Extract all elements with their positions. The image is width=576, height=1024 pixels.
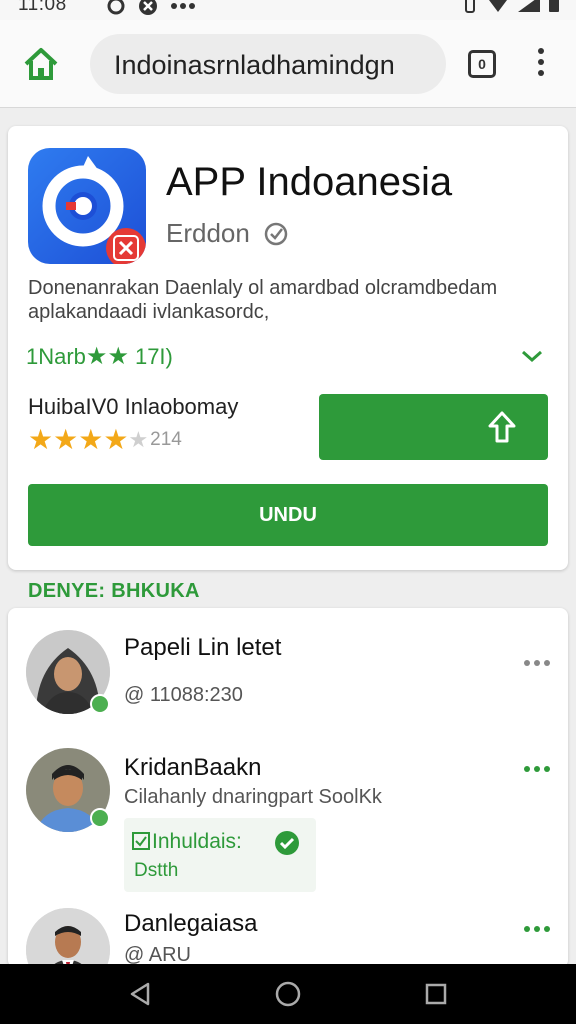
app-icon: [28, 148, 146, 264]
star-icon: ★: [53, 424, 79, 455]
verified-icon: [264, 222, 288, 246]
stars-count: 214: [150, 429, 182, 450]
app-title: APP Indoanesia: [166, 160, 453, 204]
check-circle-icon: [275, 831, 299, 855]
share-button[interactable]: [319, 394, 548, 460]
x-icon: [139, 0, 157, 15]
online-badge: [90, 808, 110, 828]
status-left-icons: [106, 0, 196, 16]
vibrate-icon: [465, 0, 475, 13]
home-nav-icon[interactable]: [274, 980, 302, 1008]
back-icon[interactable]: [126, 980, 154, 1008]
star-icon: ★: [78, 424, 104, 455]
avatar: [26, 908, 110, 968]
star-empty-icon: ★: [128, 427, 149, 452]
sync-icon: [107, 0, 125, 15]
signal-icon: [518, 0, 540, 12]
status-time: 11:08: [18, 0, 67, 15]
battery-icon: [549, 0, 559, 12]
person-subtitle: Cilahanly dnaringpart SoolKk: [124, 786, 382, 808]
app-card: APP Indoanesia Erddon Donenanrakan Daenl…: [8, 126, 568, 570]
home-icon[interactable]: [22, 46, 60, 82]
star-icon: ★: [85, 343, 108, 370]
section-label: DENYE: BHKUKA: [28, 580, 200, 602]
follow-subtext: Dstth: [134, 860, 179, 881]
follow-label: Inhuldais:: [152, 830, 242, 853]
rating-row: 1Narb ★ ★ 17I): [26, 342, 173, 371]
person-name: Danlegaiasa: [124, 910, 258, 937]
recents-icon[interactable]: [422, 980, 450, 1008]
person-subtitle: @ 11088:230: [124, 684, 243, 706]
online-badge: [90, 694, 110, 714]
status-right-icons: [462, 0, 560, 14]
system-nav-bar: [0, 964, 576, 1024]
star-icon: ★: [103, 424, 129, 455]
checkbox-icon: [132, 832, 150, 850]
overflow-menu-button[interactable]: [536, 48, 546, 80]
people-list: Papeli Lin letet @ 11088:230 KridanBaakn…: [8, 608, 568, 968]
tabs-button[interactable]: 0: [468, 50, 496, 78]
person-name: Papeli Lin letet: [124, 634, 282, 661]
star-rating: ★ ★ ★ ★ ★ 214: [28, 426, 182, 454]
app-developer[interactable]: Erddon: [166, 218, 250, 249]
more-options-button[interactable]: [524, 926, 550, 936]
person-name: KridanBaakn: [124, 754, 262, 781]
upload-arrow-icon: [488, 411, 516, 443]
wifi-icon: [489, 0, 507, 12]
star-icon: ★: [107, 343, 129, 370]
install-button[interactable]: UNDU: [28, 484, 548, 546]
rating-text: 1Narb: [26, 343, 86, 369]
chevron-down-icon[interactable]: [520, 344, 544, 368]
more-options-button[interactable]: [524, 766, 550, 776]
rating-count: 17I): [134, 343, 173, 369]
follow-chip[interactable]: Inhuldais: Dstth: [124, 818, 316, 892]
browser-toolbar: Indoinasrnladhamindgn 0: [0, 20, 576, 108]
url-text: Indoinasrnladhamindgn: [114, 50, 395, 80]
status-bar: 11:08: [0, 0, 576, 20]
review-label: HuibaIV0 Inlaobomay: [28, 394, 239, 419]
address-bar[interactable]: Indoinasrnladhamindgn: [90, 34, 446, 94]
app-description: Donenanrakan Daenlaly ol amardbad olcram…: [28, 277, 498, 323]
more-icon: [171, 3, 195, 9]
more-options-button[interactable]: [524, 660, 550, 670]
star-icon: ★: [28, 424, 54, 455]
